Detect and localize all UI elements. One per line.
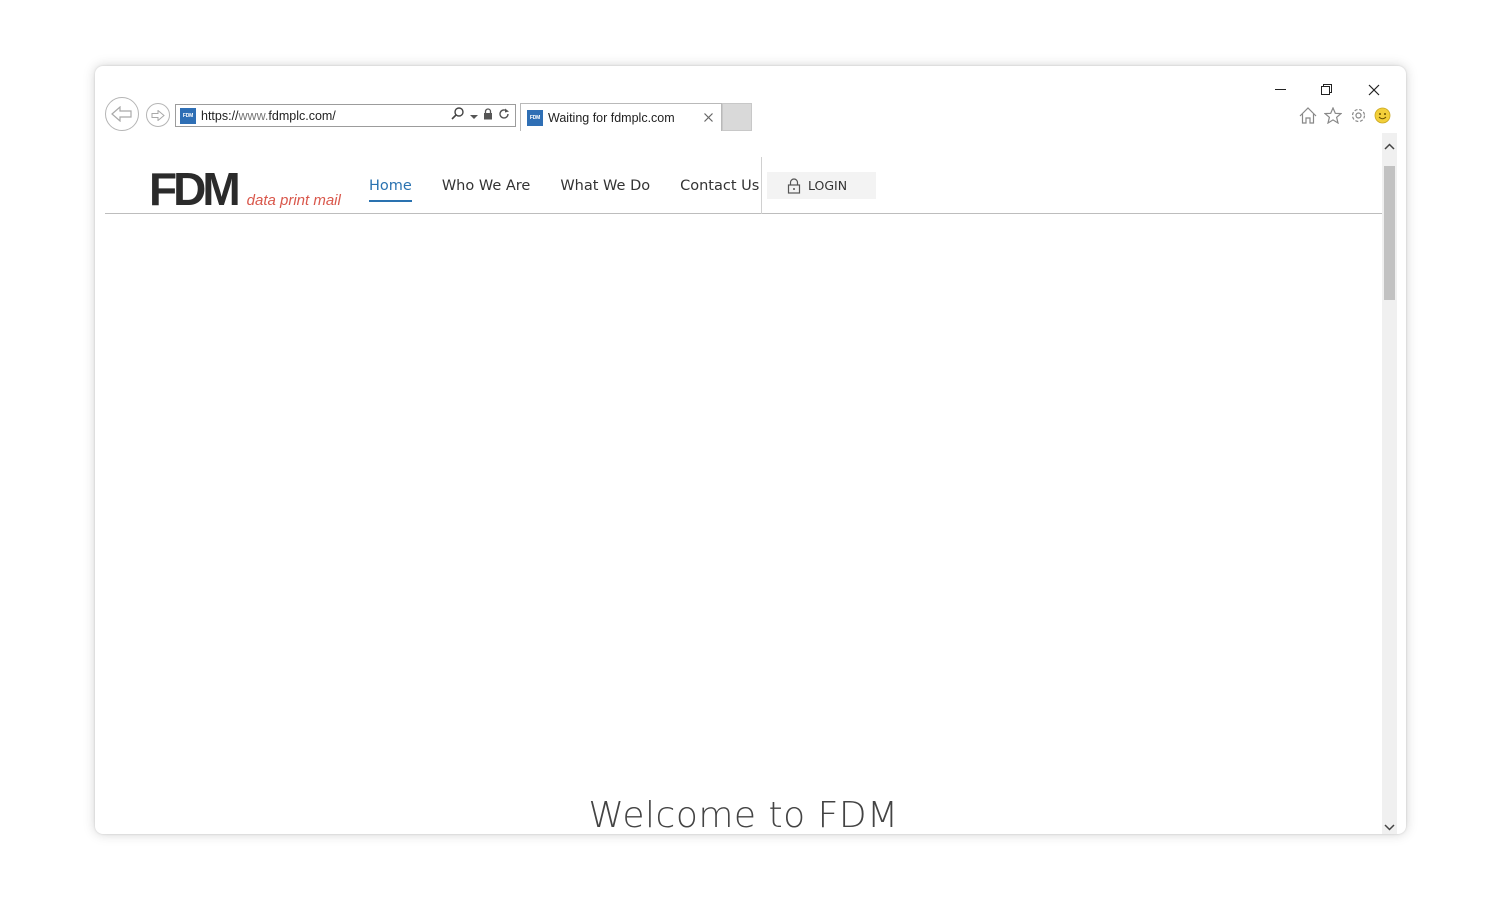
minimize-icon (1275, 89, 1286, 90)
smiley-icon (1374, 107, 1390, 123)
back-arrow-icon (111, 106, 132, 122)
chevron-down-icon (1384, 823, 1395, 831)
star-icon (1324, 106, 1342, 124)
lock-icon (787, 177, 801, 194)
url-scheme: https:// (201, 108, 239, 123)
restore-button[interactable] (1312, 80, 1342, 100)
site-header: FDM data print mail Home Who We Are What… (105, 133, 1382, 214)
chevron-up-icon (1384, 142, 1395, 150)
logo-wordmark: FDM (149, 163, 241, 215)
site-logo[interactable]: FDM data print mail (149, 163, 341, 215)
login-button[interactable]: LOGIN (767, 172, 876, 199)
close-window-button[interactable] (1359, 80, 1389, 100)
restore-icon (1321, 84, 1332, 95)
tab-favicon-icon: FDM (527, 109, 543, 126)
scroll-up-button[interactable] (1382, 139, 1397, 153)
scroll-thumb[interactable] (1384, 166, 1395, 300)
settings-button[interactable] (1348, 105, 1368, 125)
feedback-button[interactable] (1372, 105, 1392, 125)
address-bar[interactable]: FDM https://www.fdmplc.com/ (175, 104, 516, 127)
new-tab-button[interactable] (722, 103, 752, 131)
home-icon (1299, 106, 1317, 124)
page-content: FDM data print mail Home Who We Are What… (105, 133, 1382, 834)
welcome-heading: Welcome to FDM (588, 795, 899, 835)
nav-home[interactable]: Home (369, 178, 412, 202)
forward-arrow-icon (151, 109, 165, 121)
gear-icon (1351, 108, 1365, 122)
lock-icon[interactable] (483, 107, 493, 125)
browser-window: FDM https://www.fdmplc.com/ FDM Waiting … (95, 66, 1406, 834)
browser-tab[interactable]: FDM Waiting for fdmplc.com (520, 103, 722, 131)
close-icon (1368, 84, 1380, 96)
nav-divider (761, 157, 762, 214)
nav-contact-us[interactable]: Contact Us (680, 178, 759, 202)
main-nav: Home Who We Are What We Do Contact Us (369, 178, 789, 202)
site-favicon-icon: FDM (180, 107, 196, 124)
minimize-button[interactable] (1266, 80, 1296, 100)
url-subdomain: www. (238, 108, 269, 123)
scroll-down-button[interactable] (1382, 820, 1397, 834)
tab-close-button[interactable] (700, 110, 716, 126)
vertical-scrollbar[interactable] (1382, 133, 1397, 834)
close-tab-icon (703, 113, 713, 122)
url-text[interactable]: https://www.fdmplc.com/ (201, 109, 451, 123)
search-icon[interactable] (451, 106, 465, 125)
nav-who-we-are[interactable]: Who We Are (442, 178, 531, 202)
dropdown-icon[interactable] (470, 107, 478, 125)
refresh-icon[interactable] (498, 107, 510, 125)
home-button[interactable] (1298, 105, 1318, 125)
url-domain: fdmplc.com/ (268, 108, 336, 123)
nav-what-we-do[interactable]: What We Do (560, 178, 650, 202)
forward-button[interactable] (146, 103, 170, 127)
back-button[interactable] (105, 97, 139, 131)
logo-tagline: data print mail (246, 192, 341, 209)
login-label: LOGIN (808, 178, 848, 193)
favorites-button[interactable] (1323, 105, 1343, 125)
tab-title: Waiting for fdmplc.com (548, 110, 675, 125)
